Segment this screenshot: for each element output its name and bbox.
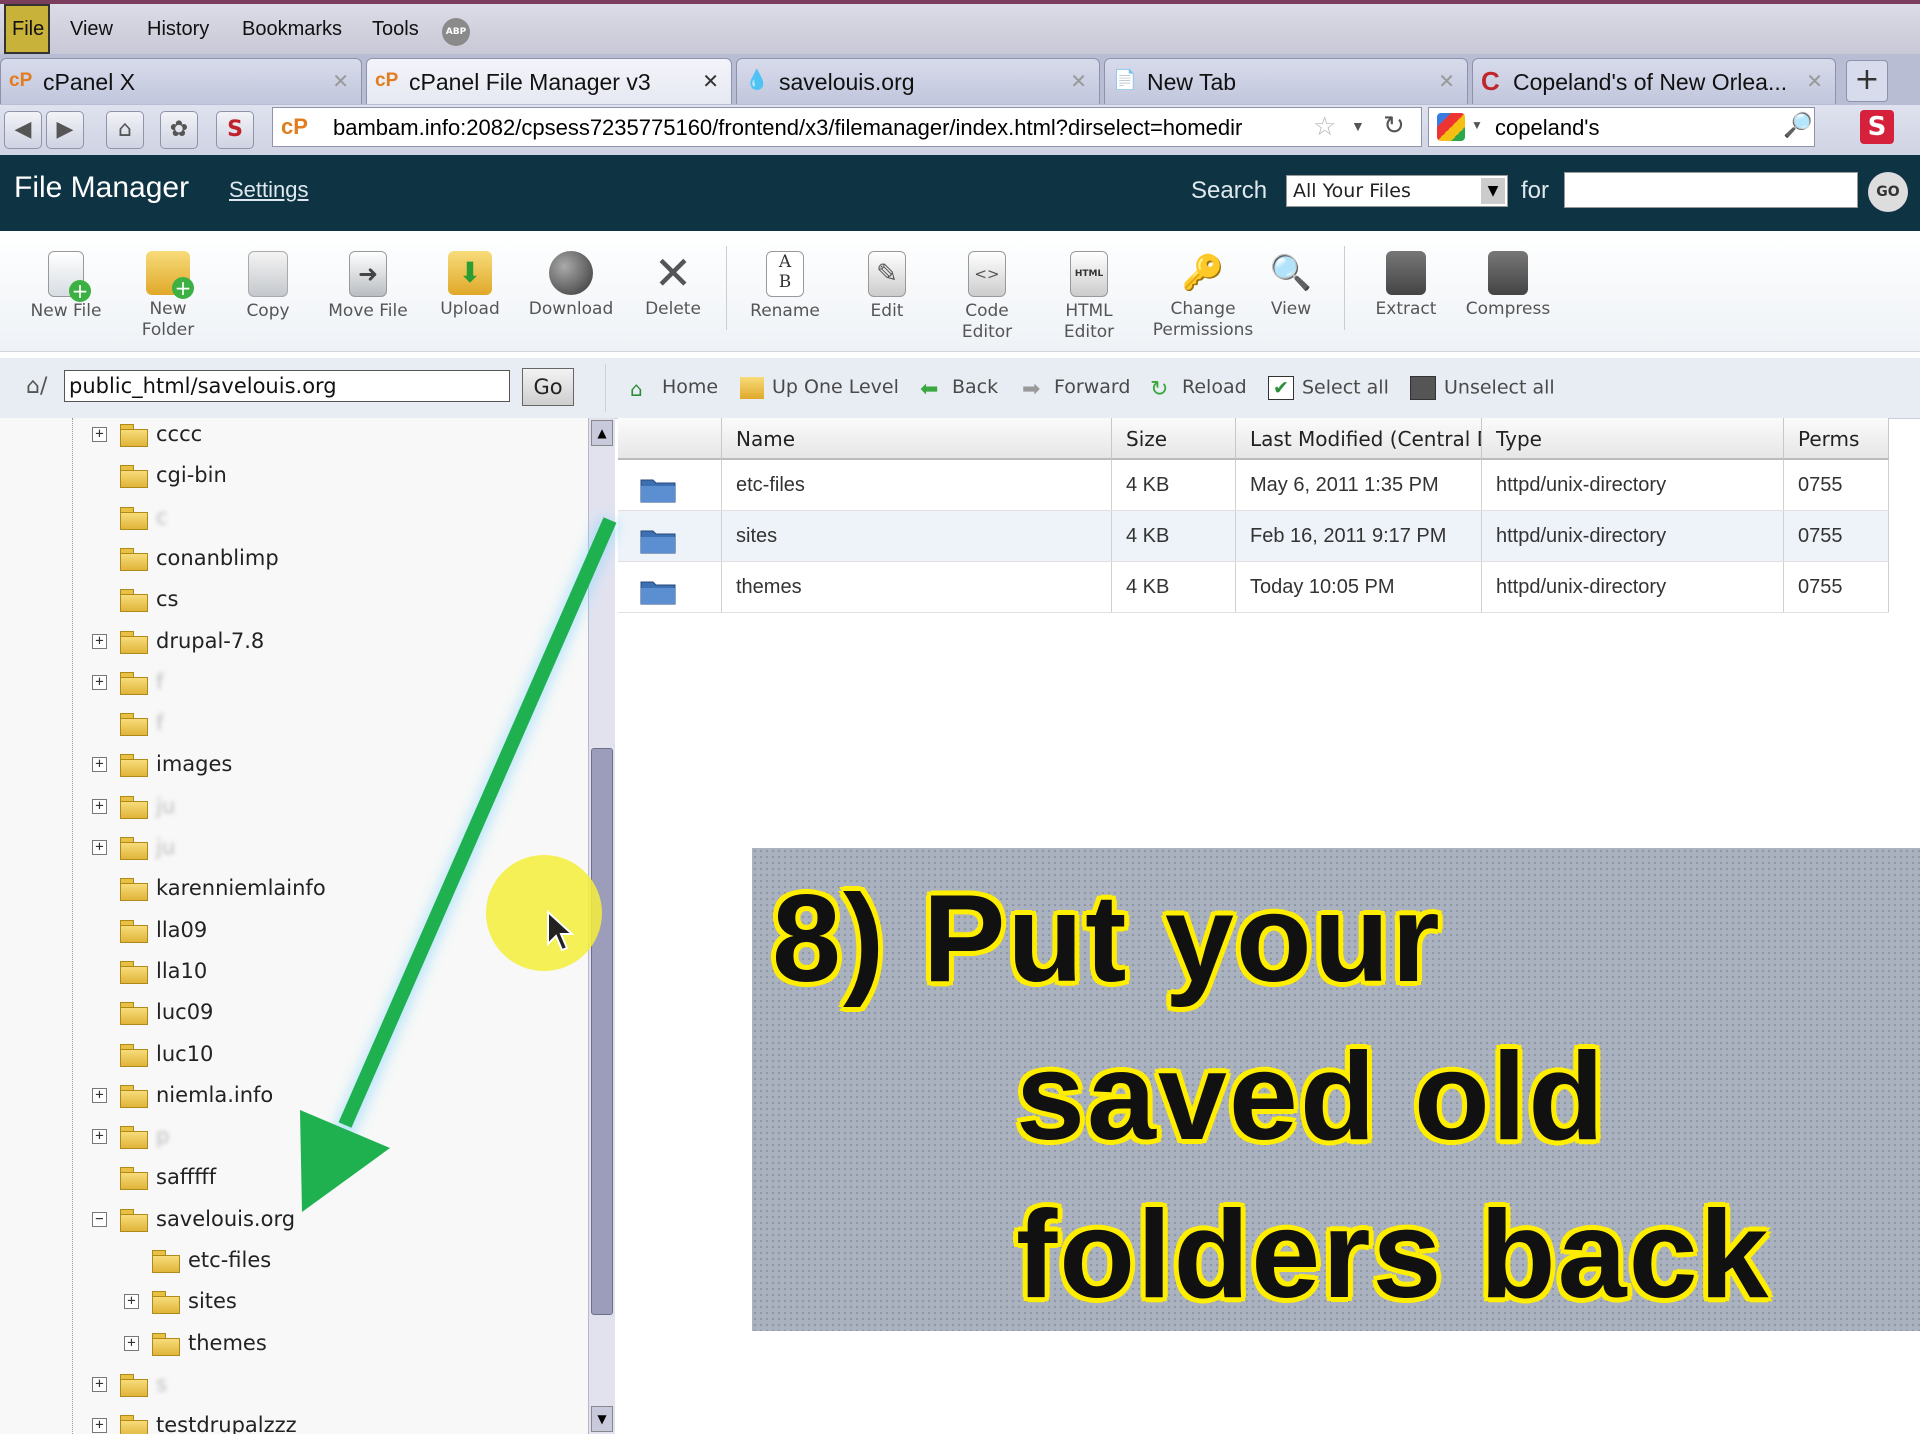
instruction-line-3: folders back [1016,1186,1771,1324]
instruction-line-1: 8) Put your [772,870,1442,1008]
instruction-line-2: saved old [1016,1028,1606,1166]
instruction-overlay: 8) Put your saved old folders back [752,848,1920,1331]
cursor-highlight [486,855,602,971]
